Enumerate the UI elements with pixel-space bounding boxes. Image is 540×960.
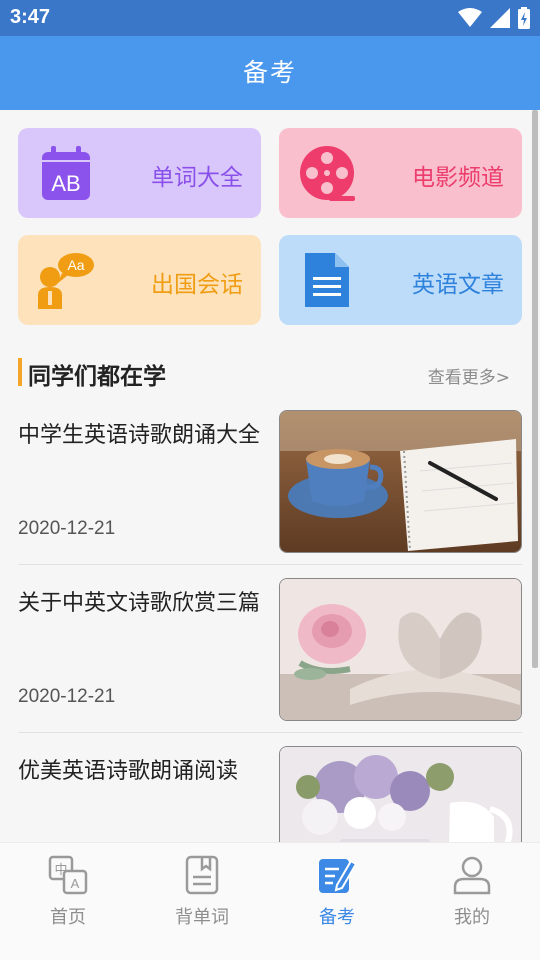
battery-icon bbox=[518, 7, 530, 29]
coffee-notebook-photo bbox=[279, 410, 522, 553]
tile-label: 出国会话 bbox=[151, 272, 243, 298]
tab-label: 首页 bbox=[50, 907, 86, 928]
see-more-link[interactable]: 查看更多> bbox=[428, 363, 510, 388]
tile-label: 单词大全 bbox=[151, 165, 243, 191]
status-icons bbox=[458, 7, 530, 29]
tile-label: 电影频道 bbox=[412, 165, 504, 191]
main-content[interactable]: AB 单词大全 电影频道 Aa 出国会话 英语文章 同学们都在学 查看更多> 中… bbox=[0, 110, 540, 842]
tile-vocabulary[interactable]: AB 单词大全 bbox=[18, 128, 261, 218]
tab-memorize-words[interactable]: 背单词 bbox=[152, 855, 252, 935]
tile-english-articles[interactable]: 英语文章 bbox=[279, 235, 522, 325]
tab-home[interactable]: 中 A 首页 bbox=[18, 855, 118, 935]
translate-icon: 中 A bbox=[48, 855, 88, 895]
lilac-vase-photo bbox=[279, 746, 522, 842]
wifi-icon bbox=[458, 8, 482, 27]
tile-abroad-conversation[interactable]: Aa 出国会话 bbox=[18, 235, 261, 325]
status-bar: 3:47 bbox=[0, 0, 540, 36]
tab-exam-prep[interactable]: 备考 bbox=[287, 855, 387, 935]
section-marker bbox=[18, 358, 22, 386]
article-date: 2020-12-21 bbox=[18, 686, 116, 707]
user-icon bbox=[453, 856, 491, 895]
divider bbox=[18, 732, 522, 733]
tile-label: 英语文章 bbox=[412, 272, 504, 298]
scrollbar[interactable] bbox=[532, 110, 538, 668]
ab-calendar-icon: AB bbox=[42, 146, 90, 200]
article-title: 优美英语诗歌朗诵阅读 bbox=[18, 759, 239, 784]
conversation-icon: Aa bbox=[38, 253, 94, 309]
divider bbox=[18, 564, 522, 565]
document-icon bbox=[305, 253, 349, 307]
tile-movie[interactable]: 电影频道 bbox=[279, 128, 522, 218]
app-header: 备考 bbox=[0, 36, 540, 110]
film-reel-icon bbox=[300, 146, 355, 201]
article-date: 2020-12-21 bbox=[18, 518, 116, 539]
signal-icon bbox=[490, 8, 510, 28]
rose-book-photo bbox=[279, 578, 522, 721]
bottom-tab-bar: 中 A 首页 背单词 备考 我的 bbox=[0, 842, 540, 960]
tab-label: 备考 bbox=[319, 907, 355, 928]
article-title: 关于中英文诗歌欣赏三篇 bbox=[18, 591, 261, 616]
svg-text:AB: AB bbox=[51, 171, 80, 196]
flashcard-icon bbox=[185, 855, 219, 895]
section-title: 同学们都在学 bbox=[28, 364, 166, 390]
svg-text:Aa: Aa bbox=[67, 257, 84, 273]
status-time: 3:47 bbox=[10, 6, 51, 28]
article-item[interactable]: 优美英语诗歌朗诵阅读 bbox=[0, 746, 540, 842]
tab-label: 我的 bbox=[454, 907, 490, 928]
svg-text:A: A bbox=[71, 876, 80, 891]
page-title: 备考 bbox=[242, 58, 297, 87]
tab-profile[interactable]: 我的 bbox=[422, 855, 522, 935]
tab-label: 背单词 bbox=[175, 907, 229, 928]
edit-note-icon bbox=[319, 859, 357, 893]
article-title: 中学生英语诗歌朗诵大全 bbox=[18, 423, 261, 448]
article-item[interactable]: 中学生英语诗歌朗诵大全 2020-12-21 bbox=[0, 410, 540, 578]
article-item[interactable]: 关于中英文诗歌欣赏三篇 2020-12-21 bbox=[0, 578, 540, 746]
